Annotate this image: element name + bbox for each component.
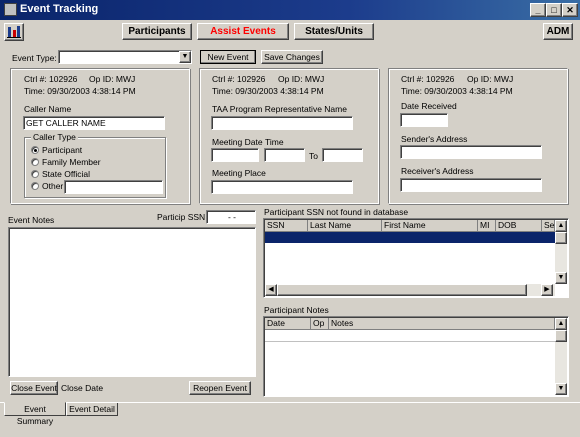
created-time: Time: 09/30/2003 4:38:14 PM [212,86,324,96]
caller-type-label: Caller Type [31,132,78,142]
event-type-select[interactable]: ▼ [58,50,192,64]
selected-row[interactable] [265,232,555,243]
tab-event-detail[interactable]: Event Detail [66,403,118,416]
column-dob[interactable]: DOB [496,220,542,232]
senders-address-label: Sender's Address [401,134,468,144]
particip-ssn-value: - - [227,212,237,222]
event-type-label: Event Type: [12,53,57,63]
scroll-left-icon[interactable]: ◀ [265,284,277,296]
other-field[interactable] [64,180,163,194]
caller-name-field[interactable]: GET CALLER NAME [23,116,165,130]
scroll-down-icon[interactable]: ▼ [555,383,567,395]
tab-event-summary[interactable]: Event Summary [4,402,66,426]
senders-address-field[interactable] [400,145,542,159]
radio-state-official[interactable] [31,170,39,178]
notes-grid-caption: Participant Notes [264,305,329,315]
ctrl-number: Ctrl #: 102926 [401,74,455,84]
column-notes[interactable]: Notes [329,318,555,330]
caller-name-value: GET CALLER NAME [26,118,106,128]
column-date[interactable]: Date [265,318,311,330]
radio-participant-label: Participant [42,145,83,155]
receivers-address-label: Receiver's Address [401,166,474,176]
meeting-date-field[interactable] [211,148,259,162]
meeting-place-label: Meeting Place [212,168,266,178]
column-mi[interactable]: MI [478,220,496,232]
particip-ssn-label: Particip SSN [157,212,206,222]
scroll-right-icon[interactable]: ▶ [541,284,553,296]
window-title: Event Tracking [20,3,99,15]
new-event-button[interactable]: New Event [200,50,256,64]
close-date-label: Close Date [61,383,104,393]
meeting-date-label: Meeting Date [212,137,263,147]
op-id: Op ID: MWJ [89,74,136,84]
particip-ssn-field[interactable]: - - [206,210,256,224]
ctrl-number: Ctrl #: 102926 [212,74,266,84]
scroll-thumb[interactable] [555,232,567,244]
radio-family-member[interactable] [31,158,39,166]
close-event-button[interactable]: Close Event [10,381,58,395]
column-first-name[interactable]: First Name [382,220,478,232]
column-sex[interactable]: Se [542,220,555,232]
meeting-time-label: Time [265,137,284,147]
column-last-name[interactable]: Last Name [308,220,382,232]
to-label: To [309,151,318,161]
assist-events-button[interactable]: Assist Events [197,23,289,40]
ssn-grid-caption: Participant SSN not found in database [264,207,409,217]
reopen-event-button[interactable]: Reopen Event [189,381,251,395]
notes-row[interactable] [265,330,555,342]
participants-button[interactable]: Participants [122,23,192,40]
states-units-button[interactable]: States/Units [294,23,374,40]
app-icon [4,3,17,16]
scroll-up-icon[interactable]: ▲ [555,318,567,330]
created-time: Time: 09/30/2003 4:38:14 PM [24,86,136,96]
date-received-label: Date Received [401,101,457,111]
adm-button[interactable]: ADM [543,23,573,40]
column-op[interactable]: Op [311,318,329,330]
receivers-address-field[interactable] [400,178,542,192]
radio-family-member-label: Family Member [42,157,101,167]
scroll-thumb[interactable] [555,330,567,342]
caller-name-label: Caller Name [24,104,72,114]
radio-state-official-label: State Official [42,169,91,179]
minimize-button[interactable]: _ [530,3,546,17]
meeting-time-from-field[interactable] [264,148,305,162]
radio-other[interactable] [31,182,39,190]
scroll-down-icon[interactable]: ▼ [555,272,567,284]
save-changes-button[interactable]: Save Changes [261,50,323,64]
maximize-button[interactable]: □ [546,3,562,17]
close-button[interactable]: ✕ [562,3,578,17]
event-notes-textarea[interactable] [8,227,256,377]
radio-other-label: Other [42,181,64,191]
report-icon [7,26,21,38]
meeting-time-to-field[interactable] [322,148,363,162]
column-ssn[interactable]: SSN [265,220,308,232]
rep-name-field[interactable] [211,116,353,130]
created-time: Time: 09/30/2003 4:38:14 PM [401,86,513,96]
event-notes-label: Event Notes [8,215,55,225]
op-id: Op ID: MWJ [278,74,325,84]
op-id: Op ID: MWJ [467,74,514,84]
report-icon-button[interactable] [4,23,24,41]
title-bar: Event Tracking _ □ ✕ [0,0,580,20]
meeting-place-field[interactable] [211,180,353,194]
radio-participant[interactable] [31,146,39,154]
chevron-down-icon[interactable]: ▼ [179,51,191,63]
rep-name-label: TAA Program Representative Name [212,104,347,114]
date-received-field[interactable] [400,113,448,127]
ctrl-number: Ctrl #: 102926 [24,74,78,84]
hscroll-thumb[interactable] [277,284,527,296]
scroll-up-icon[interactable]: ▲ [555,220,567,232]
